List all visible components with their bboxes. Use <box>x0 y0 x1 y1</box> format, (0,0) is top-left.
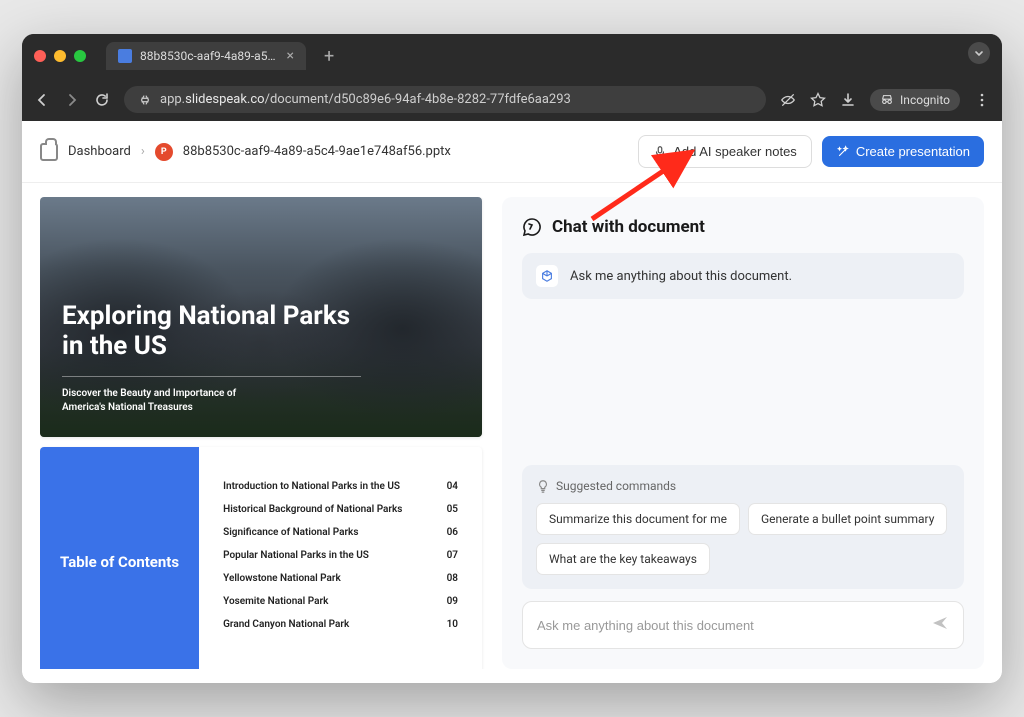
incognito-icon <box>880 93 894 107</box>
slides-panel[interactable]: Exploring National Parks in the US Disco… <box>40 197 486 669</box>
toc-list: Introduction to National Parks in the US… <box>199 447 482 669</box>
cube-icon <box>536 265 558 287</box>
close-window-button[interactable] <box>34 50 46 62</box>
chat-input[interactable] <box>537 618 921 633</box>
download-icon[interactable] <box>840 92 856 108</box>
home-icon <box>40 143 58 161</box>
url-text: app.slidespeak.co/document/d50c89e6-94af… <box>160 92 571 107</box>
microphone-icon <box>653 145 667 159</box>
tab-favicon <box>118 49 132 63</box>
chat-header: Chat with document <box>522 217 964 237</box>
suggested-label: Suggested commands <box>536 479 950 493</box>
filename: 88b8530c-aaf9-4a89-a5c4-9ae1e748af56.ppt… <box>183 144 451 159</box>
toc-title: Table of Contents <box>60 553 179 571</box>
slide1-title: Exploring National Parks in the US <box>62 302 361 362</box>
new-tab-button[interactable]: + <box>324 46 334 67</box>
bookmark-star-icon[interactable] <box>810 92 826 108</box>
slide-thumbnail-1[interactable]: Exploring National Parks in the US Disco… <box>40 197 482 437</box>
slide-thumbnail-2[interactable]: Table of Contents Introduction to Nation… <box>40 447 482 669</box>
send-button[interactable] <box>931 614 949 636</box>
site-settings-icon <box>138 93 152 107</box>
suggestion-chip[interactable]: What are the key takeaways <box>536 543 710 575</box>
toc-item: Historical Background of National Parks0… <box>223 498 458 521</box>
menu-dots-icon[interactable] <box>974 92 990 108</box>
titlebar: 88b8530c-aaf9-4a89-a5c4 × + <box>22 34 1002 78</box>
browser-tab[interactable]: 88b8530c-aaf9-4a89-a5c4 × <box>106 42 306 70</box>
create-presentation-button[interactable]: Create presentation <box>822 136 984 167</box>
chat-bubble-icon <box>522 217 542 237</box>
maximize-window-button[interactable] <box>74 50 86 62</box>
app-content: Dashboard › P 88b8530c-aaf9-4a89-a5c4-9a… <box>22 121 1002 683</box>
toc-item: Yellowstone National Park08 <box>223 567 458 590</box>
chat-input-row <box>522 601 964 649</box>
suggestion-chips: Summarize this document for me Generate … <box>536 503 950 575</box>
dashboard-link[interactable]: Dashboard <box>68 144 131 159</box>
main-area: Exploring National Parks in the US Disco… <box>22 183 1002 683</box>
intro-bubble: Ask me anything about this document. <box>522 253 964 299</box>
window-controls <box>34 50 86 62</box>
address-bar[interactable]: app.slidespeak.co/document/d50c89e6-94af… <box>124 86 766 113</box>
expand-chevron-icon[interactable] <box>968 42 990 64</box>
divider <box>62 376 361 377</box>
incognito-badge[interactable]: Incognito <box>870 89 960 111</box>
back-button[interactable] <box>34 92 50 108</box>
eye-off-icon[interactable] <box>780 92 796 108</box>
slide1-subtitle: Discover the Beauty and Importance of Am… <box>62 387 271 415</box>
toc-item: Yosemite National Park09 <box>223 590 458 613</box>
suggestion-chip[interactable]: Generate a bullet point summary <box>748 503 947 535</box>
intro-text: Ask me anything about this document. <box>570 269 792 284</box>
suggestion-chip[interactable]: Summarize this document for me <box>536 503 740 535</box>
toc-item: Popular National Parks in the US07 <box>223 544 458 567</box>
chat-title: Chat with document <box>552 217 705 237</box>
wand-icon <box>836 145 850 159</box>
reload-button[interactable] <box>94 92 110 108</box>
header-actions: Add AI speaker notes Create presentation <box>638 135 984 168</box>
tab-title: 88b8530c-aaf9-4a89-a5c4 <box>140 49 279 63</box>
toc-item: Grand Canyon National Park10 <box>223 613 458 636</box>
suggested-commands: Suggested commands Summarize this docume… <box>522 465 964 589</box>
chevron-right-icon: › <box>141 144 145 159</box>
powerpoint-file-icon: P <box>155 143 173 161</box>
lightbulb-icon <box>536 479 550 493</box>
address-bar-row: app.slidespeak.co/document/d50c89e6-94af… <box>22 78 1002 121</box>
minimize-window-button[interactable] <box>54 50 66 62</box>
toolbar-right: Incognito <box>780 89 990 111</box>
send-icon <box>931 614 949 632</box>
add-speaker-notes-button[interactable]: Add AI speaker notes <box>638 135 812 168</box>
toc-item: Introduction to National Parks in the US… <box>223 475 458 498</box>
browser-window: 88b8530c-aaf9-4a89-a5c4 × + app.slidespe… <box>22 34 1002 683</box>
incognito-label: Incognito <box>900 93 950 107</box>
app-header: Dashboard › P 88b8530c-aaf9-4a89-a5c4-9a… <box>22 121 1002 183</box>
toc-item: Significance of National Parks06 <box>223 521 458 544</box>
chat-panel: Chat with document Ask me anything about… <box>502 197 984 669</box>
close-tab-icon[interactable]: × <box>287 48 294 64</box>
breadcrumb: Dashboard › P 88b8530c-aaf9-4a89-a5c4-9a… <box>40 143 451 161</box>
toc-heading-panel: Table of Contents <box>40 447 199 669</box>
forward-button[interactable] <box>64 92 80 108</box>
